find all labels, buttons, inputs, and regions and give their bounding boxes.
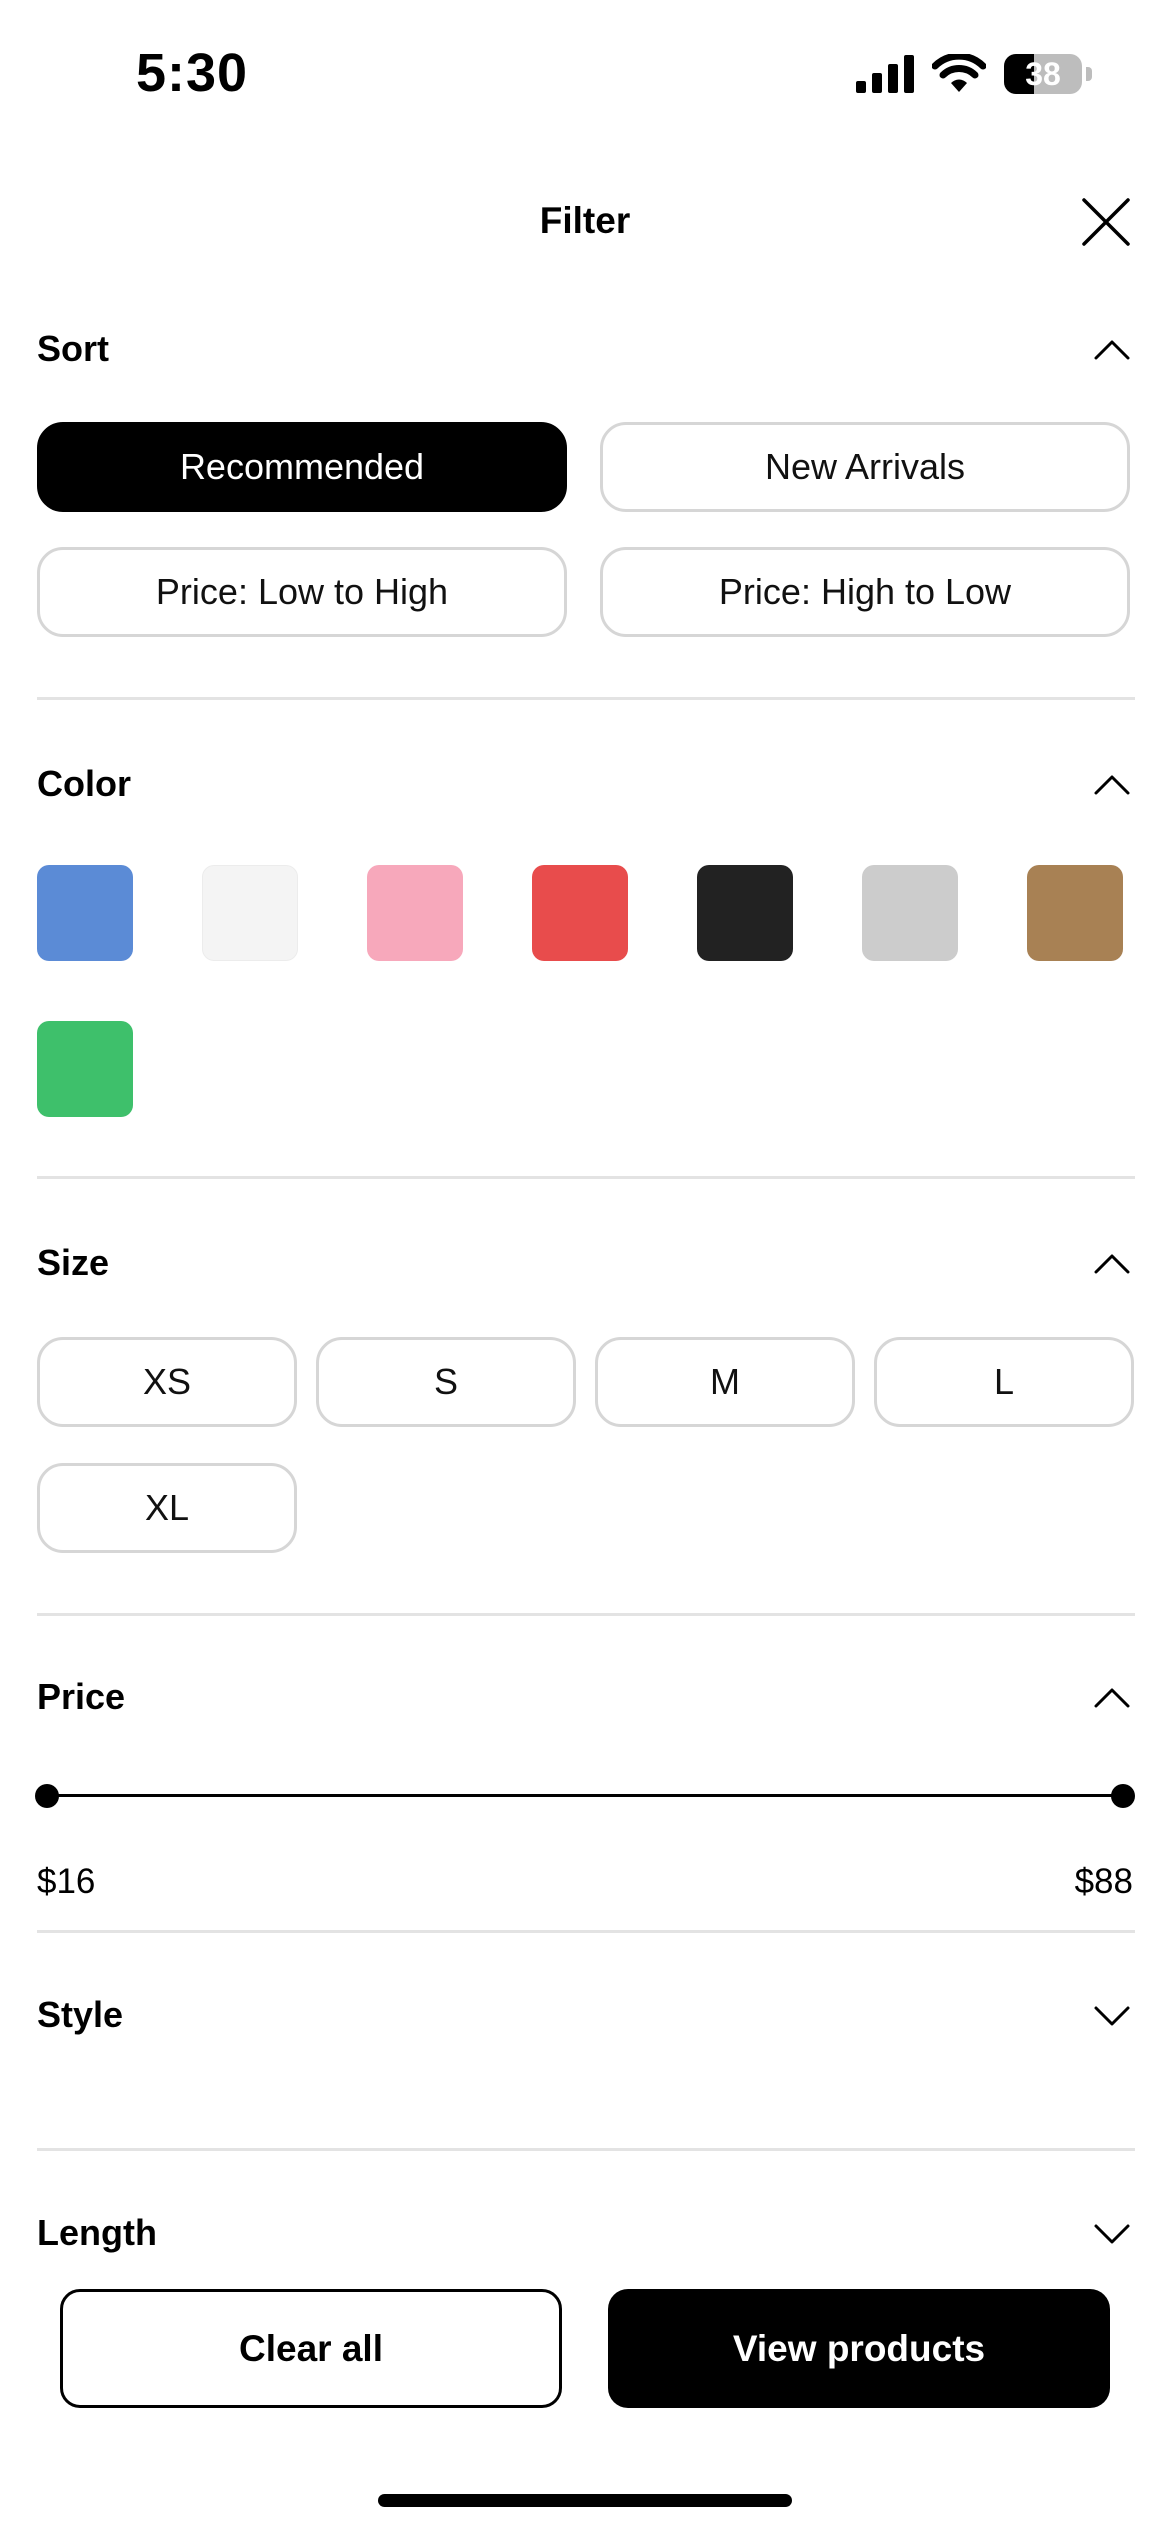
divider xyxy=(37,2148,1135,2151)
chevron-up-icon[interactable] xyxy=(1092,1678,1132,1718)
battery-level: 38 xyxy=(1025,55,1061,92)
color-title: Color xyxy=(37,763,131,804)
sort-title: Sort xyxy=(37,328,109,369)
size-title: Size xyxy=(37,1242,110,1283)
page-title: Filter xyxy=(539,200,631,241)
sort-option-recommended[interactable]: Recommended xyxy=(37,422,567,512)
chevron-down-icon[interactable] xyxy=(1092,2214,1132,2254)
battery-cap xyxy=(1086,67,1092,81)
sort-option-new-arrivals[interactable]: New Arrivals xyxy=(600,422,1130,512)
status-icons: 38 xyxy=(856,54,1092,94)
divider xyxy=(37,1613,1135,1616)
sort-option-price-high-low[interactable]: Price: High to Low xyxy=(600,547,1130,637)
price-slider-min-handle[interactable] xyxy=(35,1784,59,1808)
color-swatch-black[interactable] xyxy=(697,865,793,961)
price-slider-max-handle[interactable] xyxy=(1111,1784,1135,1808)
price-title: Price xyxy=(37,1676,126,1717)
price-max-label: $88 xyxy=(1074,1862,1133,1901)
chevron-down-icon[interactable] xyxy=(1092,1996,1132,2036)
size-option-s[interactable]: S xyxy=(316,1337,576,1427)
color-swatch-green[interactable] xyxy=(37,1021,133,1117)
size-option-m[interactable]: M xyxy=(595,1337,855,1427)
divider xyxy=(37,1930,1135,1933)
price-slider-track[interactable] xyxy=(47,1794,1123,1797)
size-option-xl[interactable]: XL xyxy=(37,1463,297,1553)
color-swatch-red[interactable] xyxy=(532,865,628,961)
size-option-xs[interactable]: XS xyxy=(37,1337,297,1427)
color-swatch-blue[interactable] xyxy=(37,865,133,961)
divider xyxy=(37,1176,1135,1179)
style-title[interactable]: Style xyxy=(37,1994,123,2036)
color-swatch-white[interactable] xyxy=(202,865,298,961)
chevron-up-icon[interactable] xyxy=(1092,330,1132,370)
view-products-button[interactable]: View products xyxy=(608,2289,1110,2408)
close-icon[interactable] xyxy=(1080,196,1132,248)
sort-option-price-low-high[interactable]: Price: Low to High xyxy=(37,547,567,637)
clear-all-button[interactable]: Clear all xyxy=(60,2289,562,2408)
color-swatch-pink[interactable] xyxy=(367,865,463,961)
color-swatch-gray[interactable] xyxy=(862,865,958,961)
divider xyxy=(37,697,1135,700)
home-indicator xyxy=(378,2494,792,2507)
price-min-label: $16 xyxy=(37,1862,96,1901)
cellular-signal-icon xyxy=(856,55,914,93)
chevron-up-icon[interactable] xyxy=(1092,765,1132,805)
wifi-icon xyxy=(932,54,986,92)
length-title[interactable]: Length xyxy=(37,2212,157,2254)
size-option-l[interactable]: L xyxy=(874,1337,1134,1427)
status-time: 5:30 xyxy=(136,43,249,103)
battery-icon: 38 xyxy=(1004,54,1082,94)
color-swatch-brown[interactable] xyxy=(1027,865,1123,961)
chevron-up-icon[interactable] xyxy=(1092,1244,1132,1284)
